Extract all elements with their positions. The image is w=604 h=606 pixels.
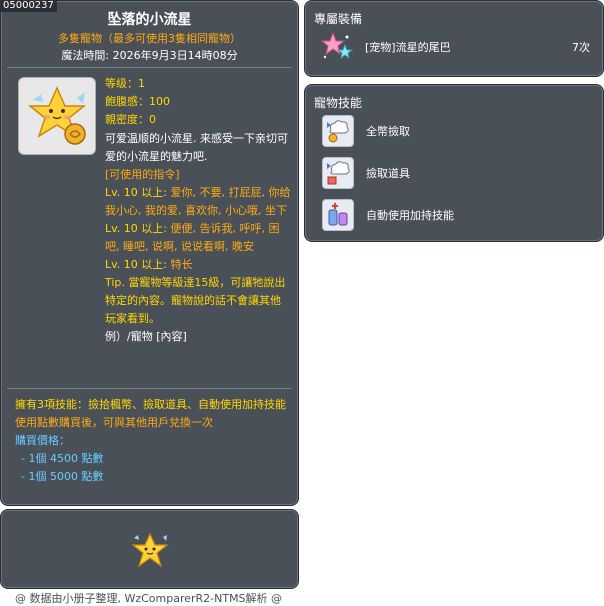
expire-label: 魔法時間: [61,49,110,62]
footer-credit: @ 数据由小册子整理, WzComparerR2-NTMS解析 @ [14,592,283,605]
skill-item[interactable]: 撿取道具 [322,157,592,189]
pet-stats: 等级：1 飽腹感：100 親密度：0 [105,75,170,129]
item-description: 可爱温顺的小流星. 来感受一下亲切可爱的小流星的魅力吧. [可使用的指令] Lv… [105,130,291,346]
item-icon-frame [18,77,96,155]
example-text: 例）/寵物 [內容] [105,330,187,343]
skill-label: 自動使用加持技能 [366,209,454,222]
star-tail-icon [321,31,353,60]
price-header: 購買價格： [15,434,70,447]
skill-label: 撿取道具 [366,167,410,180]
stat-level: 等级：1 [105,77,145,90]
stat-fullness: 飽腹感：100 [105,95,170,108]
command-level: Lv. 10 以上: [105,222,167,235]
skill-item[interactable]: 全幣撿取 [322,115,592,147]
auto-buff-icon [322,199,354,231]
command-group-1: Lv. 10 以上: 爱你, 不要, 打屁屁, 你给我小心, 我的爱, 喜欢你,… [105,184,291,220]
trade-note: 使用點數購買後，可與其他用戶兌換一次 [15,416,213,429]
item-title: 坠落的小流星 [107,12,192,28]
falling-star-pet-icon [27,86,87,145]
command-level: Lv. 10 以上: [105,186,167,199]
pickup-item-icon [322,157,354,189]
equip-item-count: 7次 [572,41,590,54]
command-group-2: Lv. 10 以上: 便便, 告诉我, 呼呼, 困吧, 睡吧, 说啊, 说说看啊… [105,220,291,256]
skills-summary: 擁有3項技能：撿拾楓幣、撿取道具、自動使用加持技能 [15,398,286,411]
description-intro: 可爱温顺的小流星. 来感受一下亲切可爱的小流星的魅力吧. [105,132,288,163]
pet-preview-panel [0,509,299,589]
stat-closeness: 親密度：0 [105,113,156,126]
divider [7,388,292,389]
expire-time: 魔法時間: 2026年9月3日14時08分 [1,47,298,63]
exclusive-equip-panel: 專屬裝備 [宠物]流星的尾巴 7次 [304,0,604,77]
price-row: - 1個 5000 點數 [21,470,104,483]
equip-item[interactable]: [宠物]流星的尾巴 7次 [321,31,596,61]
pickup-meso-icon [322,115,354,147]
tip-text: Tip. 當寵物等級達15級，可讓牠說出特定的內容。寵物說的話不會讓其他玩家看到… [105,276,286,325]
pet-skills-panel: 寵物技能 全幣撿取 撿取道具 自動使用加持技能 [304,84,604,242]
skill-label: 全幣撿取 [366,125,410,138]
equip-panel-title: 專屬裝備 [314,12,363,26]
item-tooltip-panel: 坠落的小流星 多隻寵物（最多可使用3隻相同寵物） 魔法時間: 2026年9月3日… [0,0,299,506]
item-id-label: 05000237 [0,0,57,12]
falling-star-pet-icon [131,532,169,568]
commands-header: [可使用的指令] [105,168,180,181]
price-row: - 1個 4500 點數 [21,452,104,465]
divider [7,67,292,68]
command-words: 特长 [170,258,193,271]
equip-item-name: [宠物]流星的尾巴 [365,41,451,54]
skill-item[interactable]: 自動使用加持技能 [322,199,592,231]
command-level: Lv. 10 以上: [105,258,167,271]
pet-preview [130,532,170,570]
item-subtitle: 多隻寵物（最多可使用3隻相同寵物） [58,32,241,45]
skills-panel-title: 寵物技能 [314,96,363,110]
command-group-3: Lv. 10 以上: 特长 [105,256,291,274]
expire-value: 2026年9月3日14時08分 [112,49,238,62]
item-extra-info: 擁有3項技能：撿拾楓幣、撿取道具、自動使用加持技能 使用點數購買後，可與其他用戶… [15,396,291,486]
